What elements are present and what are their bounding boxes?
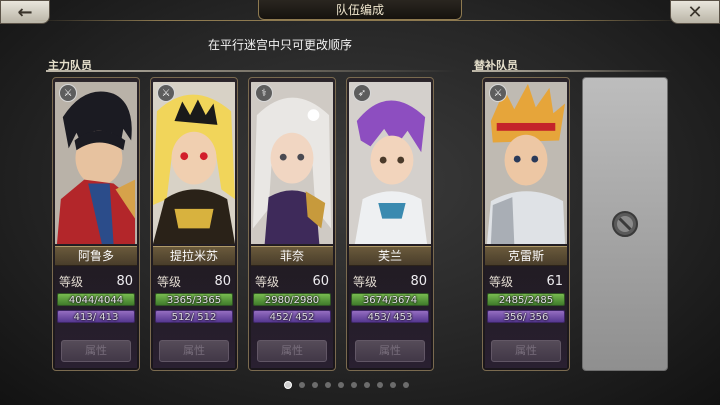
portrait-3: ⚕ bbox=[251, 80, 333, 246]
hp-bar: 3365/3365 bbox=[155, 293, 233, 306]
sword-icon: ⚔ bbox=[59, 84, 77, 102]
empty-reserve-slot[interactable] bbox=[582, 77, 668, 371]
level-row: 等级 80 bbox=[157, 272, 231, 290]
page-dot-8[interactable] bbox=[377, 382, 383, 388]
page-dot-2[interactable] bbox=[299, 382, 305, 388]
attributes-button[interactable]: 属性 bbox=[159, 340, 229, 362]
prohibited-icon bbox=[612, 211, 638, 237]
sword-icon: ⚔ bbox=[157, 84, 175, 102]
reserve-members-divider bbox=[472, 70, 672, 72]
attributes-button[interactable]: 属性 bbox=[61, 340, 131, 362]
close-x-icon: ✕ bbox=[687, 1, 703, 23]
portrait-art-1 bbox=[55, 81, 137, 245]
level-row: 等级 60 bbox=[255, 272, 329, 290]
page-dot-4[interactable] bbox=[325, 382, 331, 388]
level-value: 80 bbox=[410, 273, 427, 289]
level-label: 等级 bbox=[255, 274, 280, 289]
page-dot-1[interactable] bbox=[284, 381, 292, 389]
mp-bar: 413/ 413 bbox=[57, 310, 135, 323]
portrait-4: ➶ bbox=[349, 80, 431, 246]
mp-bar: 356/ 356 bbox=[487, 310, 565, 323]
hp-bar: 2485/2485 bbox=[487, 293, 565, 306]
member-card-4[interactable]: ➶ 芙兰 等级 80 3674/3674 453/ 453 属性 bbox=[346, 77, 434, 371]
level-label: 等级 bbox=[59, 274, 84, 289]
attributes-button[interactable]: 属性 bbox=[355, 340, 425, 362]
level-value: 61 bbox=[546, 273, 563, 289]
page-title: 队伍编成 bbox=[258, 0, 462, 20]
portrait-art-4 bbox=[349, 81, 431, 245]
mp-bar: 512/ 512 bbox=[155, 310, 233, 323]
hp-bar: 3674/3674 bbox=[351, 293, 429, 306]
mp-bar: 453/ 453 bbox=[351, 310, 429, 323]
page-indicator bbox=[284, 381, 409, 389]
portrait-1: ⚔ bbox=[55, 80, 137, 246]
portrait-art-3 bbox=[251, 81, 333, 245]
page-dot-7[interactable] bbox=[364, 382, 370, 388]
reserve-card-1[interactable]: ⚔ 克雷斯 等级 61 2485/2485 356/ 356 属性 bbox=[482, 77, 570, 371]
member-card-3[interactable]: ⚕ 菲奈 等级 60 2980/2980 452/ 452 属性 bbox=[248, 77, 336, 371]
attributes-button[interactable]: 属性 bbox=[257, 340, 327, 362]
bow-icon: ➶ bbox=[353, 84, 371, 102]
sword-icon: ⚔ bbox=[489, 84, 507, 102]
portrait-5: ⚔ bbox=[485, 80, 567, 246]
order-notice: 在平行迷宫中只可更改顺序 bbox=[207, 38, 352, 52]
level-label: 等级 bbox=[489, 274, 514, 289]
title-divider bbox=[30, 20, 690, 21]
portrait-art-2 bbox=[153, 81, 235, 245]
main-members-divider bbox=[46, 70, 456, 72]
member-card-1[interactable]: ⚔ 阿鲁多 等级 80 4044/4044 413/ 413 属性 bbox=[52, 77, 140, 371]
level-label: 等级 bbox=[157, 274, 182, 289]
page-dot-6[interactable] bbox=[351, 382, 357, 388]
page-dot-9[interactable] bbox=[390, 382, 396, 388]
level-value: 80 bbox=[214, 273, 231, 289]
page-dot-10[interactable] bbox=[403, 382, 409, 388]
portrait-art-5 bbox=[485, 81, 567, 245]
member-name: 提拉米苏 bbox=[153, 246, 235, 266]
level-value: 60 bbox=[312, 273, 329, 289]
hp-bar: 4044/4044 bbox=[57, 293, 135, 306]
member-name: 阿鲁多 bbox=[55, 246, 137, 266]
member-name: 芙兰 bbox=[349, 246, 431, 266]
member-name: 克雷斯 bbox=[485, 246, 567, 266]
level-label: 等级 bbox=[353, 274, 378, 289]
member-card-2[interactable]: ⚔ 提拉米苏 等级 80 3365/3365 512/ 512 属性 bbox=[150, 77, 238, 371]
level-value: 80 bbox=[116, 273, 133, 289]
page-dot-5[interactable] bbox=[338, 382, 344, 388]
page-title-text: 队伍编成 bbox=[335, 3, 384, 17]
page-dot-3[interactable] bbox=[312, 382, 318, 388]
level-row: 等级 61 bbox=[489, 272, 563, 290]
level-row: 等级 80 bbox=[353, 272, 427, 290]
attributes-button[interactable]: 属性 bbox=[491, 340, 561, 362]
hp-bar: 2980/2980 bbox=[253, 293, 331, 306]
member-name: 菲奈 bbox=[251, 246, 333, 266]
portrait-2: ⚔ bbox=[153, 80, 235, 246]
level-row: 等级 80 bbox=[59, 272, 133, 290]
close-button[interactable]: ✕ bbox=[670, 0, 720, 24]
mp-bar: 452/ 452 bbox=[253, 310, 331, 323]
staff-icon: ⚕ bbox=[255, 84, 273, 102]
